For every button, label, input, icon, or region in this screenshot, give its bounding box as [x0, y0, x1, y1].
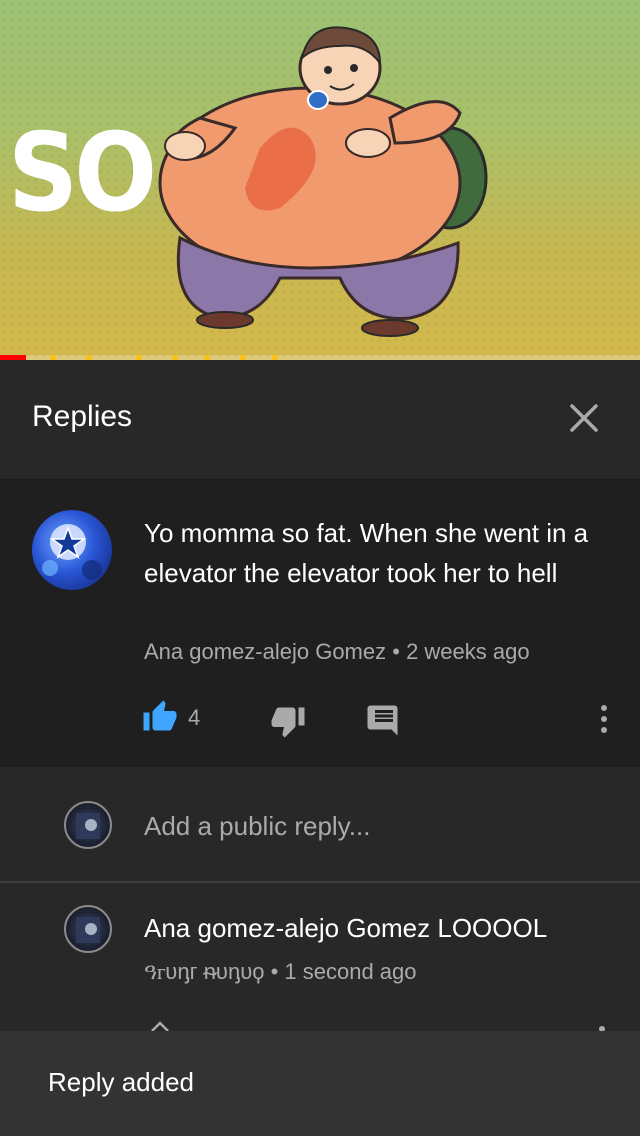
reply-meta: ዓꮁᴜᶇᴦ ᵰᴜᶇᴜϙ • 1 second ago: [144, 959, 417, 985]
reply-item: Ana gomez-alejo Gomez LOOOOL ዓꮁᴜᶇᴦ ᵰᴜᶇᴜϙ…: [0, 883, 640, 1033]
reply-avatar[interactable]: [64, 905, 112, 953]
snackbar-message: Reply added: [48, 1067, 194, 1097]
replies-title: Replies: [32, 400, 133, 433]
reply-icon[interactable]: [366, 701, 402, 737]
comment-actions: 4: [0, 697, 640, 745]
comment-meta: Ana gomez-alejo Gomez • 2 weeks ago: [144, 639, 530, 665]
video-player[interactable]: SO: [0, 0, 640, 360]
add-reply-row[interactable]: Add a public reply...: [0, 767, 640, 881]
cartoon-character-image: [158, 26, 488, 337]
comment-text: Yo momma so fat. When she went in a elev…: [144, 518, 589, 588]
more-vert-icon[interactable]: [590, 701, 618, 737]
reply-time: 1 second ago: [284, 959, 417, 984]
thumbs-down-icon[interactable]: [270, 703, 306, 739]
commenter-avatar[interactable]: [32, 510, 112, 590]
add-reply-input[interactable]: Add a public reply...: [144, 811, 370, 842]
close-icon[interactable]: [564, 398, 604, 438]
reply-text: Ana gomez-alejo Gomez LOOOOL: [144, 913, 548, 943]
meta-separator: •: [264, 959, 285, 984]
user-avatar: [64, 801, 112, 849]
snackbar: Reply added: [0, 1031, 640, 1136]
reply-avatar-image: [76, 917, 100, 943]
comment-time: 2 weeks ago: [406, 639, 530, 664]
like-count: 4: [188, 705, 201, 730]
replies-header: Replies: [0, 360, 640, 480]
user-avatar-image: [76, 813, 100, 839]
meta-separator: •: [386, 639, 407, 664]
reply-author[interactable]: ዓꮁᴜᶇᴦ ᵰᴜᶇᴜϙ: [144, 959, 264, 984]
star-logo-icon: [42, 524, 102, 580]
thumbs-up-icon[interactable]: [142, 699, 178, 735]
comment-author[interactable]: Ana gomez-alejo Gomez: [144, 639, 386, 664]
video-overlay-text: SO: [8, 111, 157, 236]
parent-comment: Yo momma so fat. When she went in a elev…: [0, 481, 640, 767]
